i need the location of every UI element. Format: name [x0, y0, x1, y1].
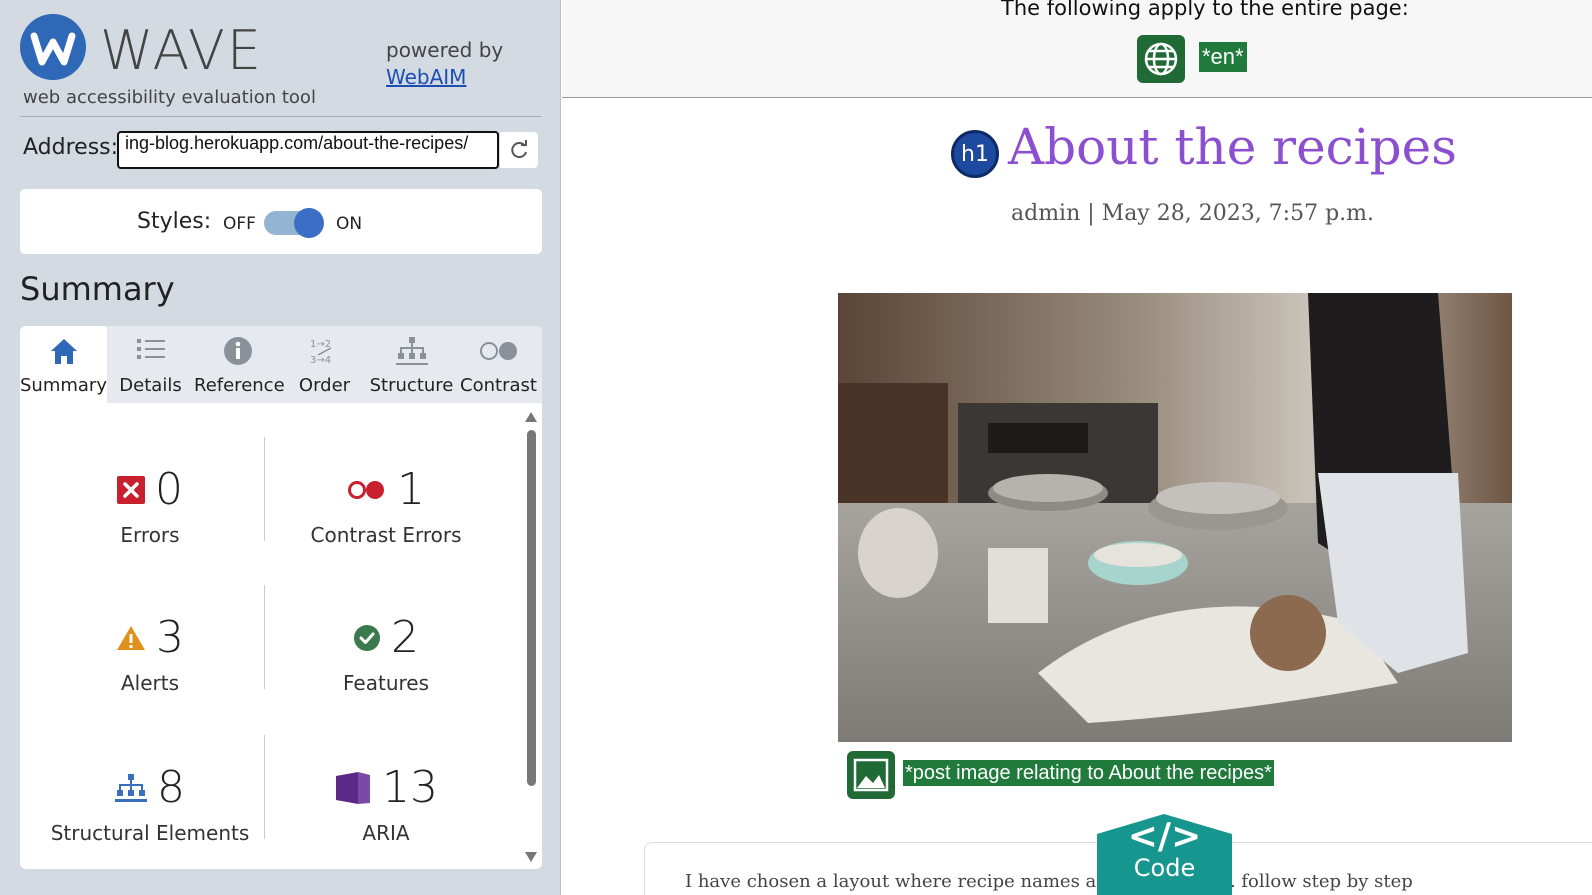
tab-label: Details	[119, 375, 182, 396]
wave-tagline: web accessibility evaluation tool	[23, 87, 316, 108]
contrast-icon	[455, 336, 542, 366]
aria-icon	[336, 772, 370, 804]
banner-text-value: The following apply to the entire page:	[1001, 0, 1409, 20]
toggle-knob	[294, 208, 324, 238]
contrast-errors-count: 1	[397, 464, 425, 515]
post-content-text: I have chosen a layout where recipe name…	[685, 871, 1413, 892]
h1-badge[interactable]: h1	[951, 130, 999, 178]
wave-logo-icon	[20, 14, 86, 80]
alert-icon	[117, 626, 145, 650]
styles-on-label: ON	[336, 214, 363, 234]
contrast-errors-label: Contrast Errors	[310, 523, 462, 547]
image-alt-badge[interactable]: *post image relating to About the recipe…	[903, 760, 1274, 786]
summary-heading: Summary	[20, 270, 175, 308]
stat-alerts[interactable]: 3 Alerts	[32, 613, 268, 723]
post-title: About the recipes	[1008, 118, 1457, 176]
tab-label: Reference	[194, 375, 285, 396]
globe-icon[interactable]	[1137, 35, 1185, 83]
styles-off-label: OFF	[223, 214, 256, 234]
divider	[20, 116, 542, 117]
address-input[interactable]: ing-blog.herokuapp.com/about-the-recipes…	[117, 131, 499, 169]
webaim-link[interactable]: WebAIM	[386, 64, 503, 91]
tab-label: Order	[298, 375, 351, 396]
error-icon	[117, 476, 145, 504]
tab-summary[interactable]: Summary	[20, 326, 107, 403]
tab-bar: Summary Details Reference 1→23→4 Order	[20, 326, 542, 403]
address-value: ing-blog.herokuapp.com/about-the-recipes…	[125, 133, 469, 153]
wave-sidebar: WAVE web accessibility evaluation tool p…	[0, 0, 561, 895]
aria-count: 13	[382, 762, 438, 813]
tab-label: Contrast	[460, 375, 537, 396]
tab-label: Structure	[369, 375, 454, 396]
post-image	[838, 293, 1512, 742]
page-wide-banner: The following apply to the entire page: …	[562, 0, 1592, 98]
stat-errors[interactable]: 0 Errors	[32, 465, 268, 575]
alerts-label: Alerts	[120, 671, 180, 695]
info-icon	[194, 336, 281, 366]
contrast-error-icon	[348, 481, 384, 499]
language-badge[interactable]: *en*	[1199, 42, 1247, 72]
styles-toggle[interactable]	[264, 208, 324, 238]
tab-order[interactable]: 1→2 3→4 Order	[281, 326, 368, 403]
styles-toggle-panel: Styles: OFF ON	[20, 189, 542, 254]
list-icon	[107, 336, 194, 366]
svg-text:3→4: 3→4	[310, 355, 331, 366]
structural-count: 8	[157, 762, 185, 813]
code-icon: </>	[1127, 816, 1202, 857]
stat-aria[interactable]: 13 ARIA	[268, 763, 504, 869]
features-count: 2	[391, 612, 419, 663]
wave-header: WAVE web accessibility evaluation tool p…	[20, 14, 540, 114]
stat-structural-elements[interactable]: 8 Structural Elements	[32, 763, 268, 869]
powered-by: powered by WebAIM	[386, 37, 503, 91]
tab-reference[interactable]: Reference	[194, 326, 285, 403]
aria-label: ARIA	[362, 821, 410, 845]
stat-contrast-errors[interactable]: 1 Contrast Errors	[268, 465, 504, 575]
image-icon[interactable]	[847, 751, 895, 799]
reload-icon	[511, 140, 527, 159]
code-button-label: Code	[1133, 854, 1196, 882]
tab-label: Summary	[20, 375, 107, 396]
scroll-up-button[interactable]	[524, 410, 538, 422]
tab-contrast[interactable]: Contrast	[455, 326, 542, 403]
features-label: Features	[343, 671, 429, 695]
post-meta: admin | May 28, 2023, 7:57 p.m.	[1011, 201, 1375, 226]
stat-features[interactable]: 2 Features	[268, 613, 504, 723]
reload-button[interactable]	[500, 132, 538, 168]
address-label: Address:	[23, 135, 119, 160]
evaluated-page: The following apply to the entire page: …	[562, 0, 1592, 895]
svg-text:1→2: 1→2	[310, 339, 331, 350]
structure-icon	[115, 774, 147, 802]
alerts-count: 3	[156, 612, 184, 663]
errors-label: Errors	[120, 523, 180, 547]
summary-panel: Summary Details Reference 1→23→4 Order	[20, 326, 542, 869]
home-icon	[20, 336, 107, 366]
structure-icon	[368, 336, 455, 366]
wave-brand: WAVE	[100, 19, 263, 82]
code-toggle-button[interactable]: </> Code	[1097, 814, 1232, 895]
scrollbar-thumb[interactable]	[527, 430, 536, 786]
styles-label: Styles:	[137, 209, 212, 234]
order-icon: 1→2 3→4	[281, 336, 368, 366]
tab-structure[interactable]: Structure	[368, 326, 455, 403]
structural-label: Structural Elements	[50, 821, 250, 845]
tab-details[interactable]: Details	[107, 326, 194, 403]
scrollbar[interactable]	[524, 430, 538, 786]
scroll-down-button[interactable]	[524, 850, 538, 862]
address-bar: Address: ing-blog.herokuapp.com/about-th…	[20, 130, 542, 170]
feature-icon	[354, 625, 380, 651]
powered-by-text: powered by	[386, 38, 504, 62]
errors-count: 0	[155, 464, 183, 515]
